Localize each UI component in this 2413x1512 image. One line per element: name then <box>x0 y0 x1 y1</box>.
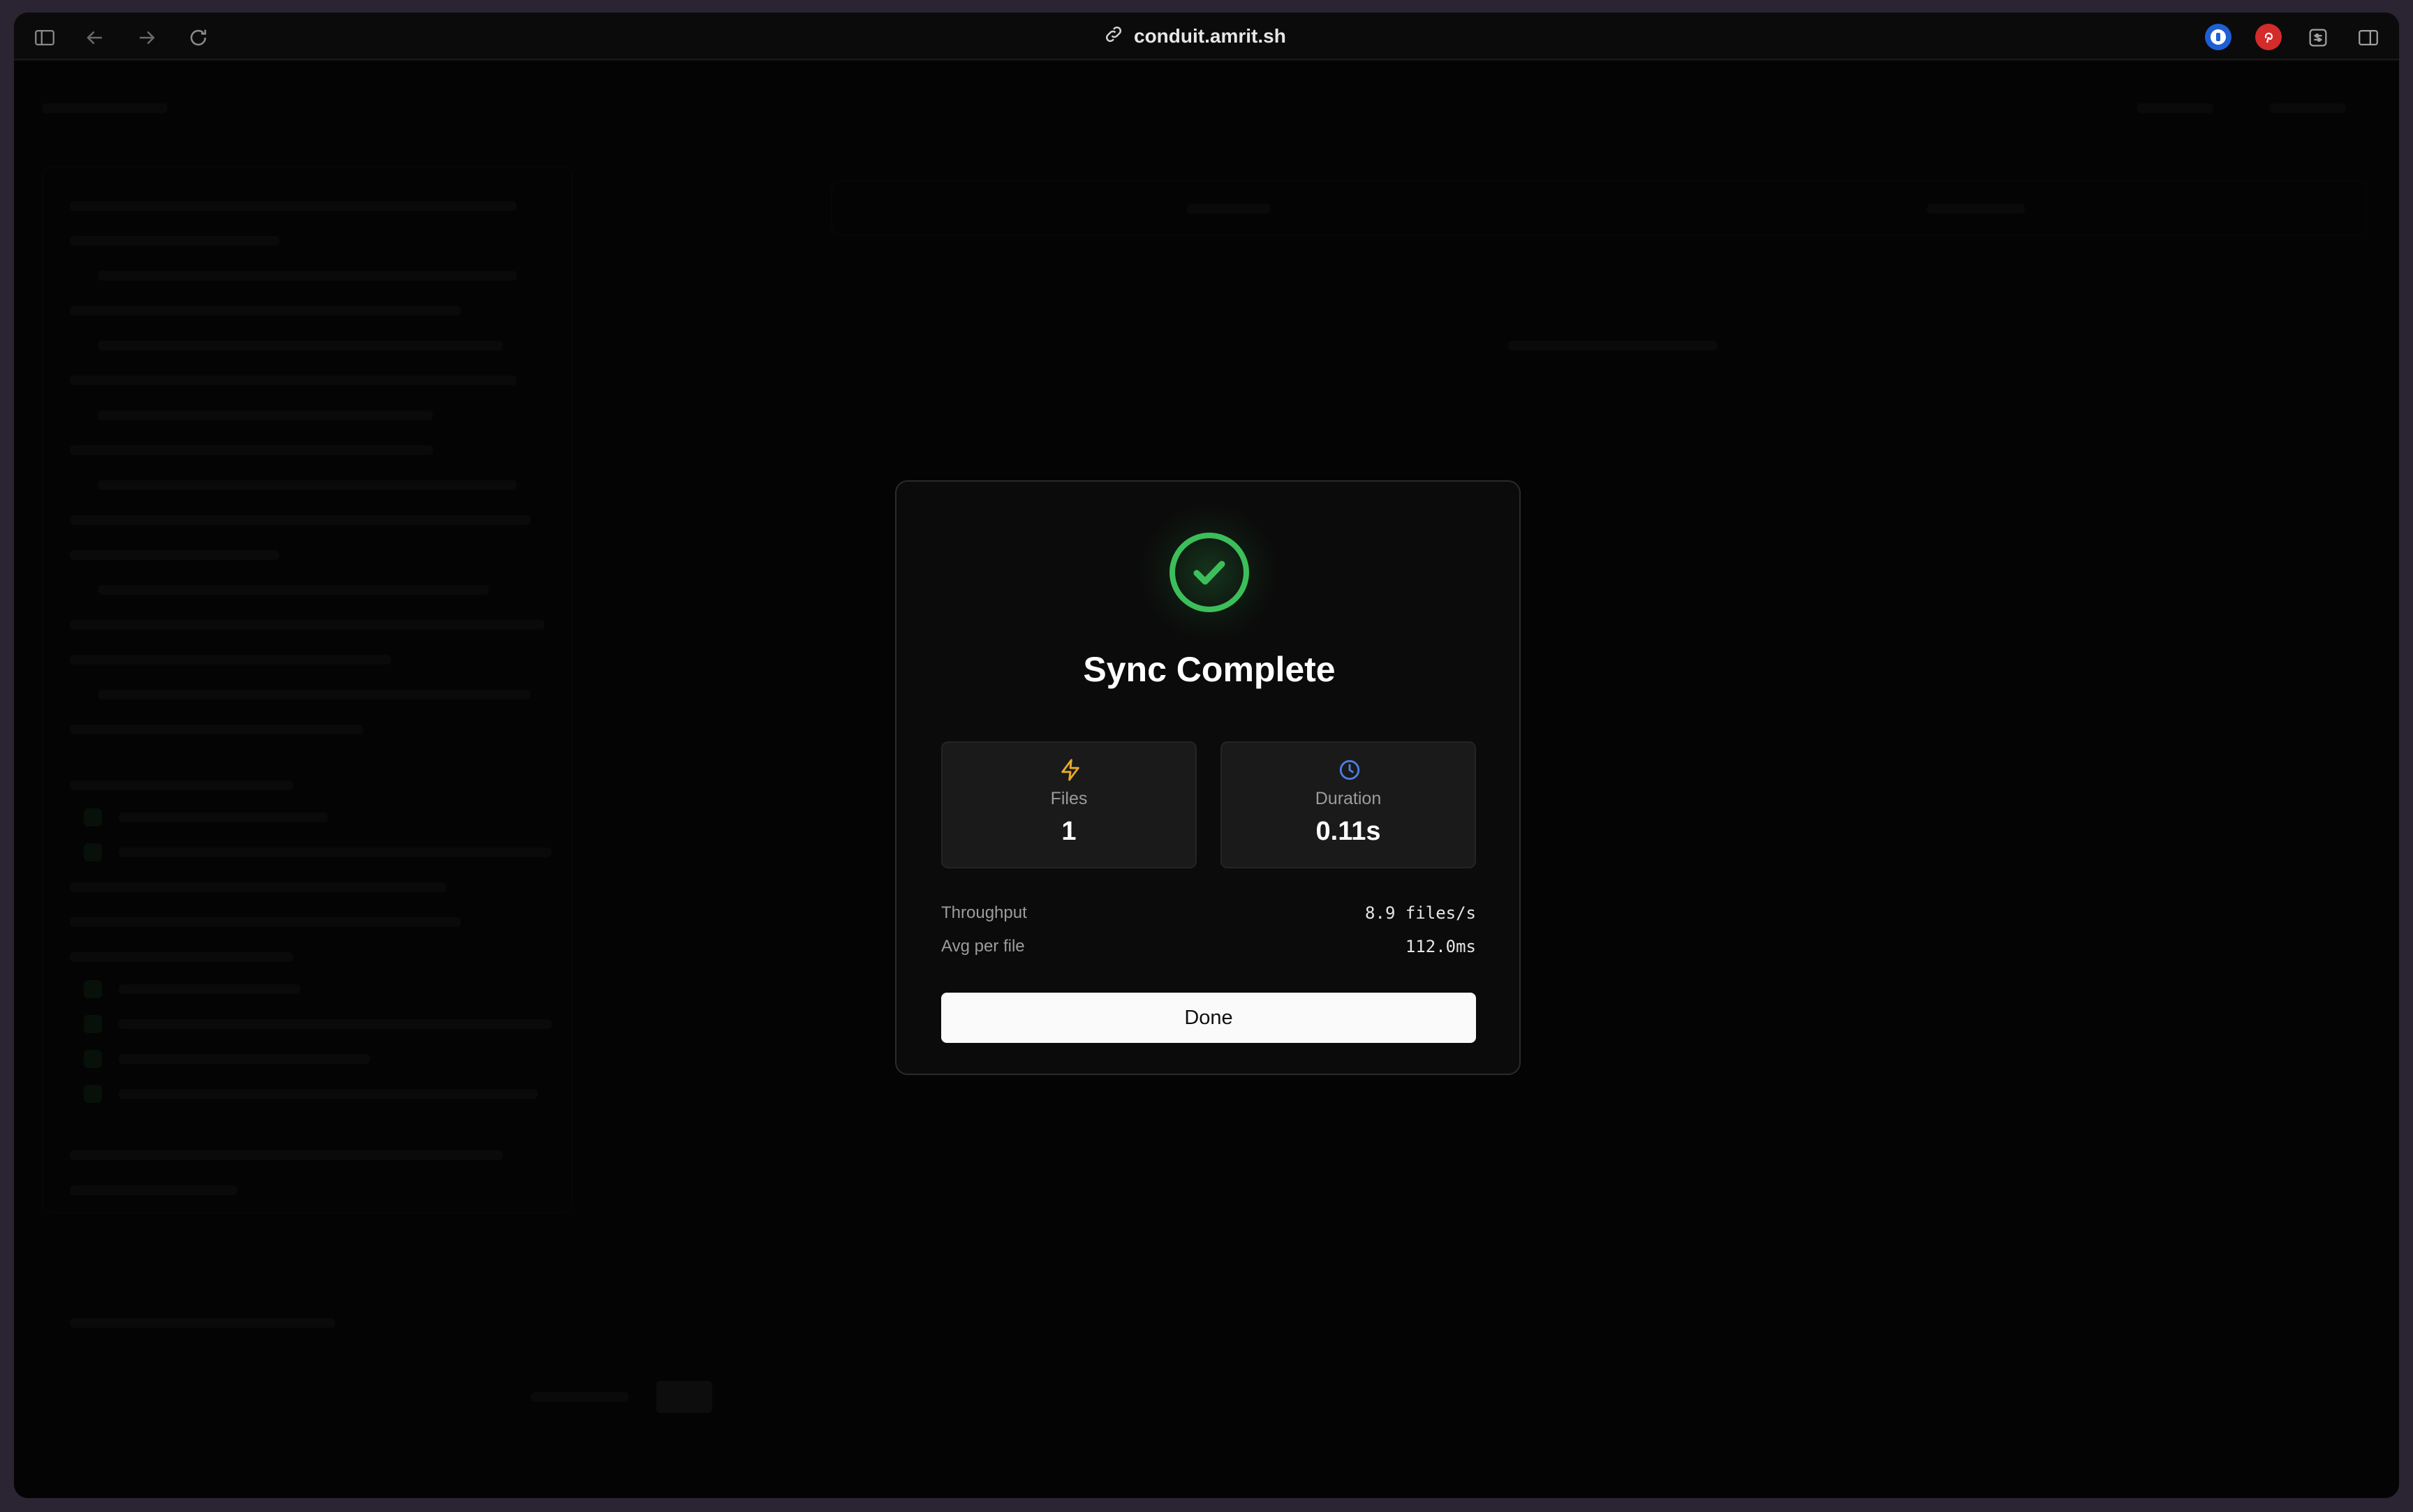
browser-toolbar: conduit.amrit.sh <box>14 13 2399 60</box>
metric-label: Throughput <box>941 903 1027 922</box>
split-view-icon[interactable] <box>2356 25 2381 50</box>
sidebar-toggle-icon[interactable] <box>32 25 57 50</box>
extensions-icon[interactable] <box>2305 25 2331 50</box>
url-text: conduit.amrit.sh <box>1134 25 1286 47</box>
clock-icon <box>1338 758 1362 782</box>
browser-window: conduit.amrit.sh Sync Complete Files 1 D… <box>14 13 2399 1498</box>
address-bar[interactable]: conduit.amrit.sh <box>1103 22 1286 50</box>
dialog-title: Sync Complete <box>1083 650 1336 689</box>
metric-value: 8.9 files/s <box>1365 903 1476 923</box>
back-arrow-icon[interactable] <box>82 25 108 50</box>
check-circle-icon <box>1167 531 1251 614</box>
stat-label: Files <box>1050 789 1088 808</box>
done-button[interactable]: Done <box>941 993 1476 1043</box>
link-icon <box>1103 24 1124 50</box>
metric-row-throughput: Throughput 8.9 files/s <box>941 900 1476 926</box>
stat-label: Duration <box>1315 789 1382 808</box>
pinterest-extension-icon[interactable] <box>2255 24 2282 50</box>
lightning-icon <box>1058 758 1082 782</box>
metric-row-avg-per-file: Avg per file 112.0ms <box>941 934 1476 959</box>
metric-value: 112.0ms <box>1405 937 1476 956</box>
reload-icon[interactable] <box>186 25 211 50</box>
password-extension-icon[interactable] <box>2205 24 2231 50</box>
stat-value: 1 <box>1061 817 1077 846</box>
forward-arrow-icon[interactable] <box>134 25 159 50</box>
stat-card-duration: Duration 0.11s <box>1220 741 1476 868</box>
stat-card-files: Files 1 <box>941 741 1197 868</box>
stat-value: 0.11s <box>1315 817 1381 846</box>
sync-complete-dialog: Sync Complete Files 1 Duration 0.11s Thr… <box>895 480 1521 1075</box>
metric-label: Avg per file <box>941 937 1025 956</box>
